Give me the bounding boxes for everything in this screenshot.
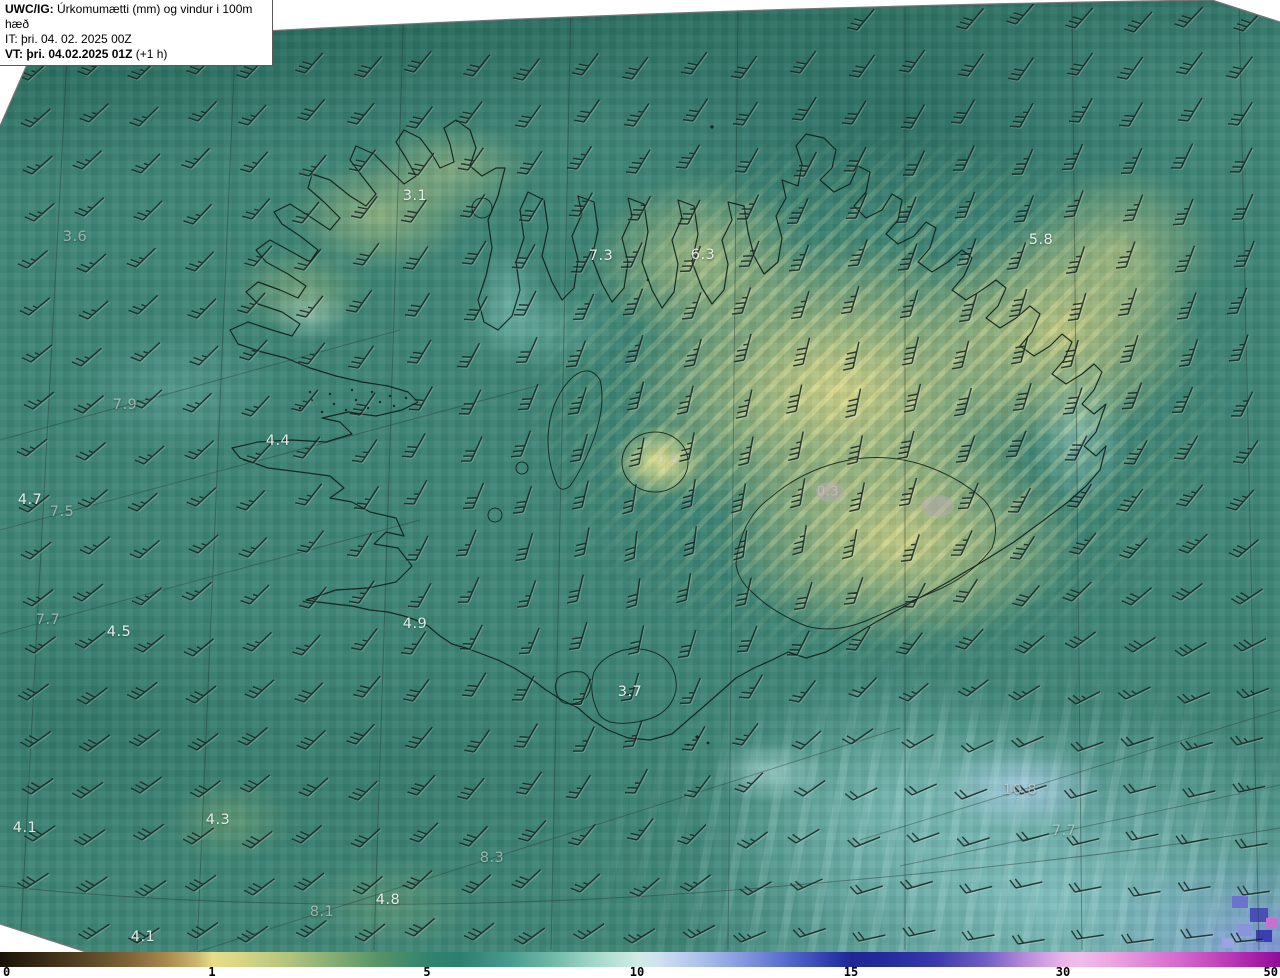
- map-vector-layer: [0, 0, 1280, 952]
- colorbar-tick-labels: 0 1 5 10 15 30 50: [0, 965, 1280, 978]
- colorbar-tick: 50: [1263, 965, 1278, 978]
- domain-mask: [0, 0, 1280, 952]
- forecast-page: 3.6 3.1 7.3 6.3 5.8 7.9 4.4 0.8 0.3 4.7 7.5 7.7 4.5 4…: [0, 0, 1280, 978]
- colorbar-tick: 15: [843, 965, 859, 978]
- map-title-line: UWC/IG: Úrkomumætti (mm) og vindur i 100…: [5, 2, 267, 32]
- valid-time-line: VT: þri. 04.02.2025 01Z (+1 h): [5, 47, 267, 62]
- colorbar: 0 1 5 10 15 30 50: [0, 952, 1280, 978]
- vatnajokull-outline: [735, 457, 997, 630]
- colorbar-tick: 30: [1055, 965, 1071, 978]
- small-glacier-outline: [487, 507, 503, 523]
- domain-border: [0, 0, 1280, 952]
- valid-time-suffix: (+1 h): [135, 47, 168, 61]
- colorbar-tick: 1: [208, 965, 216, 978]
- init-time: IT: þri. 04. 02. 2025 00Z: [5, 32, 132, 46]
- wind-barbs: [16, 3, 1270, 945]
- langjokull-outline: [547, 370, 603, 490]
- title-box: UWC/IG: Úrkomumætti (mm) og vindur i 100…: [0, 0, 273, 66]
- valid-time: VT: þri. 04.02.2025 01Z: [5, 47, 133, 61]
- wind-barbs-layer: [16, 3, 1270, 945]
- glacier-shading: [922, 495, 954, 517]
- colorbar-tick: 5: [423, 965, 431, 978]
- islands: [298, 125, 714, 747]
- forecast-map: 3.6 3.1 7.3 6.3 5.8 7.9 4.4 0.8 0.3 4.7 7.5 7.7 4.5 4…: [0, 0, 1280, 952]
- colorbar-tick: 0: [3, 965, 11, 978]
- graticule: [0, 0, 1280, 951]
- small-glacier-outline: [515, 461, 529, 475]
- glacier-shading: [816, 482, 844, 502]
- hofsjokull-outline: [621, 431, 689, 493]
- colorbar-tick: 10: [629, 965, 645, 978]
- model-label: UWC/IG:: [5, 2, 54, 16]
